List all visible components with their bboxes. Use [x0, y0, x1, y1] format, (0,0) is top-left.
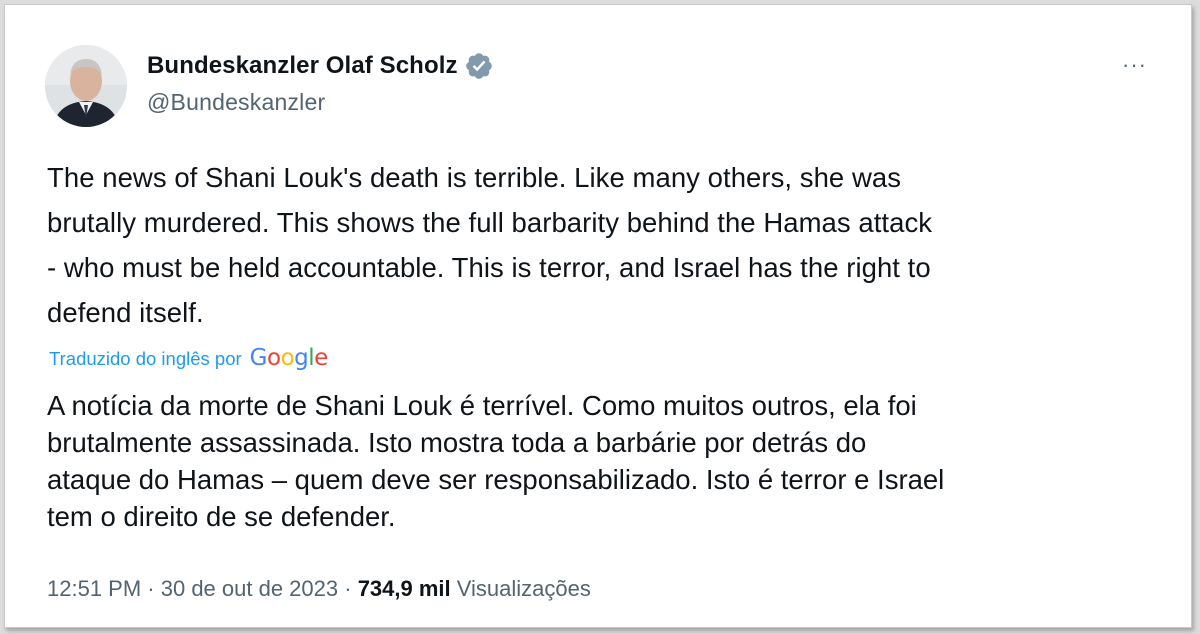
meta-separator: · — [141, 576, 161, 601]
google-logo-letter: o — [280, 345, 295, 371]
translation-text: A notícia da morte de Shani Louk é terrí… — [47, 390, 945, 532]
views-count[interactable]: 734,9 mil — [358, 576, 451, 602]
avatar-portrait-icon — [45, 45, 127, 127]
author-block: Bundeskanzler Olaf Scholz @Bundeskanzler — [147, 49, 494, 116]
tweet-text: The news of Shani Louk's death is terrib… — [47, 162, 933, 328]
google-logo-letter: g — [294, 345, 309, 371]
google-logo: Google — [249, 345, 329, 371]
tweet-date[interactable]: 30 de out de 2023 — [161, 576, 338, 602]
handle[interactable]: @Bundeskanzler — [147, 89, 494, 116]
display-name[interactable]: Bundeskanzler Olaf Scholz — [147, 52, 458, 80]
verified-badge-icon[interactable] — [464, 51, 494, 81]
avatar[interactable] — [45, 45, 127, 127]
name-row: Bundeskanzler Olaf Scholz — [147, 49, 494, 83]
tweet-meta: 12:51 PM · 30 de out de 2023 · 734,9 mil… — [47, 576, 591, 602]
google-logo-letter: o — [266, 345, 281, 371]
google-logo-letter: G — [249, 345, 268, 371]
translated-by-label: Traduzido do inglês por — [49, 348, 242, 369]
tweet-card: Bundeskanzler Olaf Scholz @Bundeskanzler… — [4, 4, 1192, 628]
tweet-time[interactable]: 12:51 PM — [47, 576, 141, 602]
translated-by-link[interactable]: Traduzido do inglês por Google — [49, 345, 328, 371]
google-logo-letter: e — [314, 345, 328, 371]
meta-separator: · — [338, 576, 358, 601]
views-label: Visualizações — [450, 576, 591, 601]
more-options-icon[interactable]: ··· — [1122, 54, 1147, 76]
